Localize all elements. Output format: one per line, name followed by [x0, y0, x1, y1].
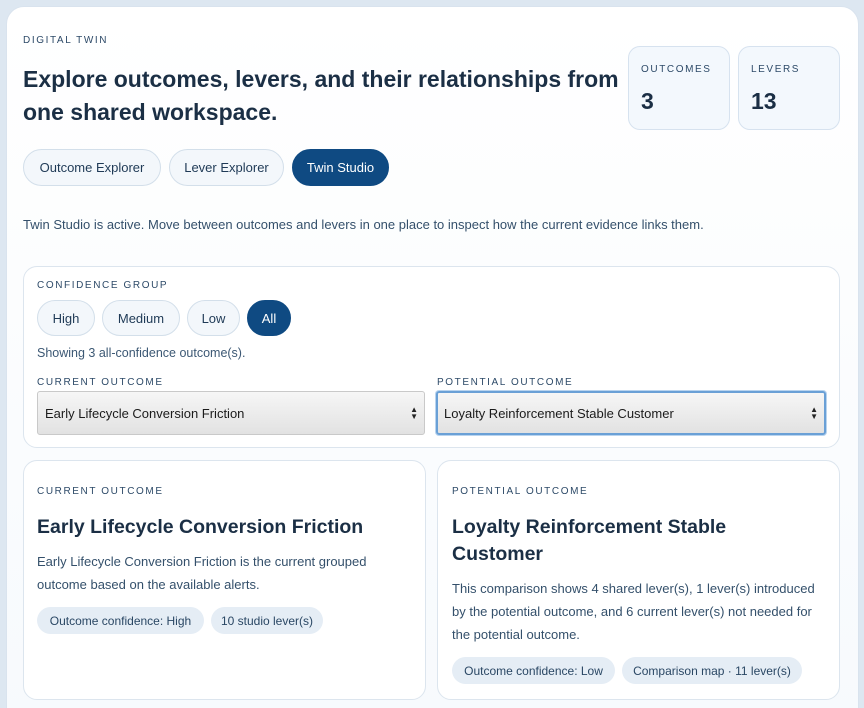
current-outcome-select-value: Early Lifecycle Conversion Friction [45, 405, 245, 421]
potential-card-text: This comparison shows 4 shared lever(s),… [452, 581, 815, 642]
confidence-tag: Outcome confidence: High [37, 607, 204, 634]
status-text: Twin Studio is active. Move between outc… [23, 217, 704, 232]
current-outcome-select-label: CURRENT OUTCOME [37, 377, 164, 388]
potential-card-title: Loyalty Reinforcement Stable Customer [452, 516, 727, 565]
tab-outcome-explorer[interactable]: Outcome Explorer [23, 149, 161, 186]
potential-outcome-select-label: POTENTIAL OUTCOME [437, 377, 574, 388]
confidence-high-button[interactable]: High [37, 300, 95, 336]
confidence-tag: Outcome confidence: Low [452, 657, 615, 684]
levers-stat-value: 13 [751, 88, 777, 114]
confidence-medium-button[interactable]: Medium [102, 300, 180, 336]
page-eyebrow: DIGITAL TWIN [23, 35, 109, 46]
current-card-eyebrow: CURRENT OUTCOME [37, 486, 164, 497]
current-card-title: Early Lifecycle Conversion Friction [37, 516, 364, 538]
levers-stat-label: LEVERS [751, 64, 801, 75]
potential-outcome-select[interactable]: Loyalty Reinforcement Stable Customer ▲ ▼ [436, 391, 826, 435]
current-card-text: Early Lifecycle Conversion Friction is t… [37, 554, 367, 592]
levers-stat: LEVERS 13 [738, 46, 840, 130]
up-down-arrows-icon: ▲ ▼ [810, 405, 818, 421]
current-outcome-select[interactable]: Early Lifecycle Conversion Friction ▲ ▼ [37, 391, 425, 435]
confidence-all-button[interactable]: All [247, 300, 291, 336]
up-down-arrows-icon: ▲ ▼ [410, 405, 418, 421]
page-title: Explore outcomes, levers, and their rela… [23, 66, 619, 125]
comparison-map-tag: Comparison map · 11 lever(s) [622, 657, 802, 684]
confidence-low-button[interactable]: Low [187, 300, 240, 336]
outcomes-stat: OUTCOMES 3 [628, 46, 730, 130]
confidence-group-label: CONFIDENCE GROUP [37, 280, 169, 291]
tab-lever-explorer[interactable]: Lever Explorer [169, 149, 284, 186]
potential-card-eyebrow: POTENTIAL OUTCOME [452, 486, 589, 497]
lever-count-tag: 10 studio lever(s) [211, 607, 323, 634]
showing-count: Showing 3 all-confidence outcome(s). [37, 346, 246, 360]
potential-outcome-select-value: Loyalty Reinforcement Stable Customer [444, 405, 674, 421]
outcomes-stat-label: OUTCOMES [641, 64, 712, 75]
outcomes-stat-value: 3 [641, 88, 654, 114]
tab-twin-studio[interactable]: Twin Studio [292, 149, 389, 186]
